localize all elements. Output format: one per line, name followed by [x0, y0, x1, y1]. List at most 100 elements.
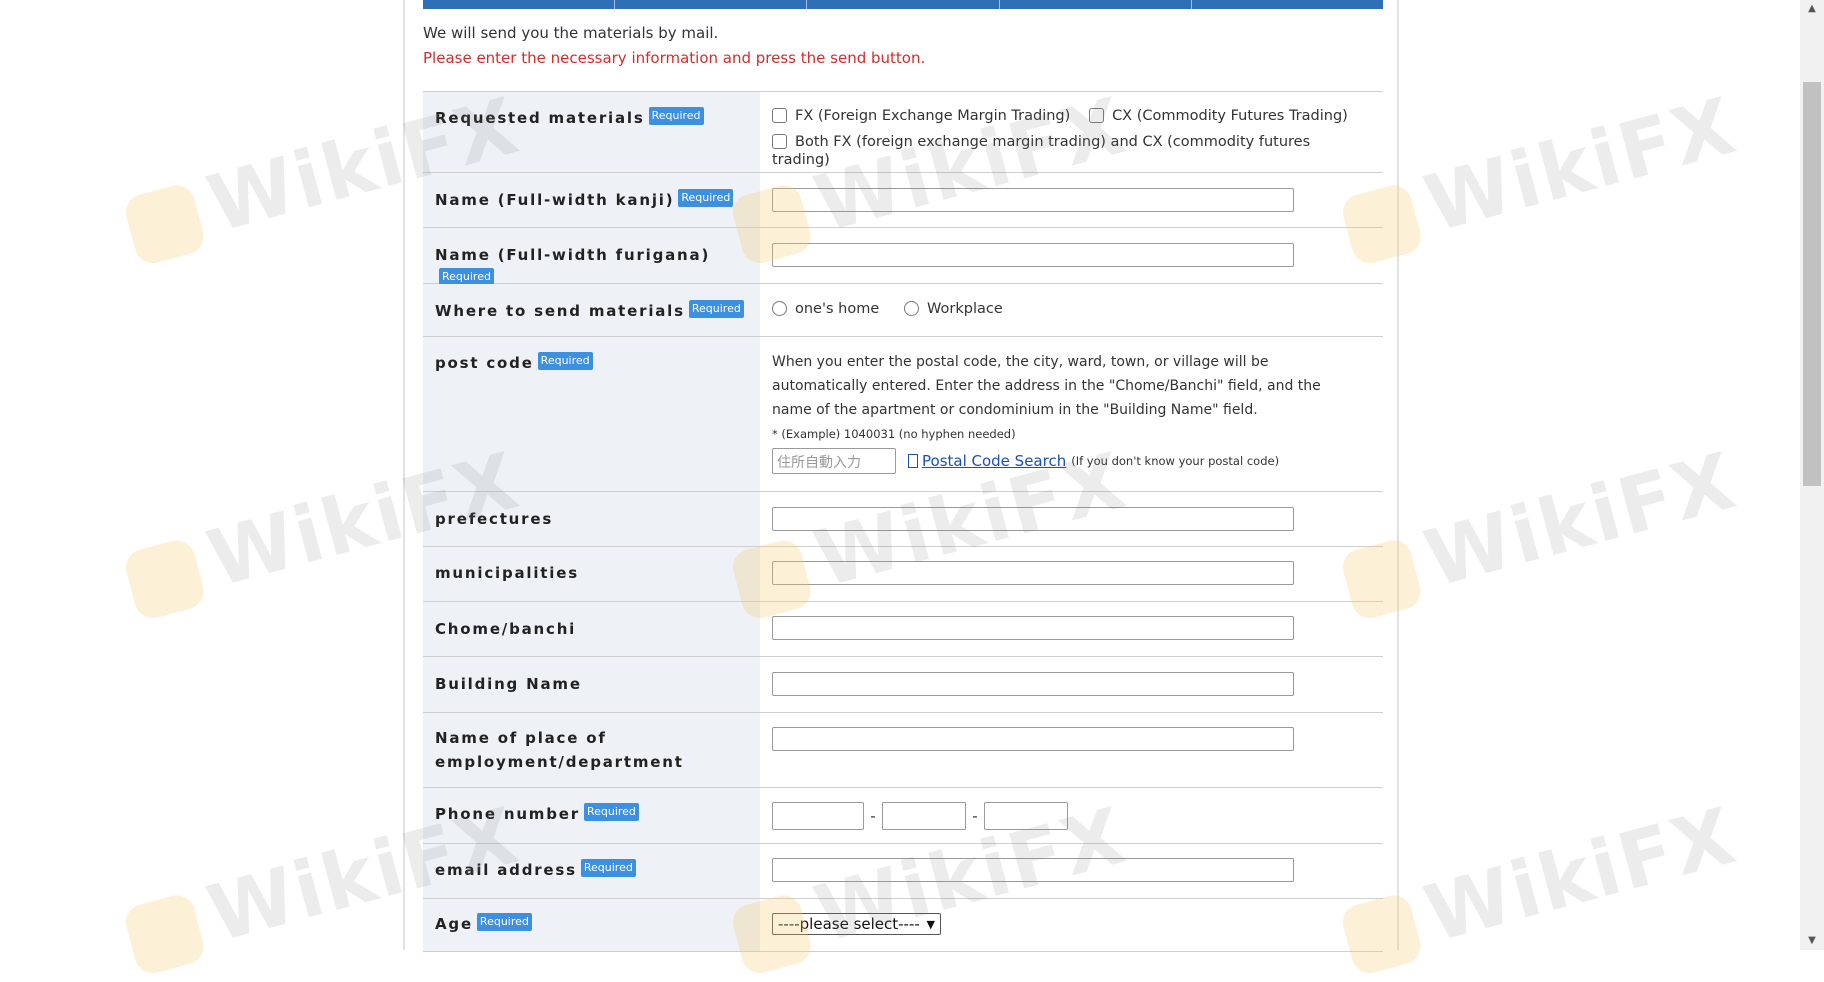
postal-code-search-note: (If you don't know your postal code) — [1071, 454, 1280, 468]
field-label: Chome/banchi — [423, 602, 760, 656]
required-badge: Required — [648, 107, 704, 125]
label-text: prefectures — [435, 510, 554, 528]
watermark-text: WikiFX — [1416, 791, 1746, 961]
watermark-logo-icon — [121, 180, 208, 267]
row-age: Age Required ----please select---- ▼ — [423, 899, 1383, 952]
scroll-up-arrow-icon[interactable]: ▲ — [1800, 0, 1824, 18]
watermark-logo-icon — [121, 535, 208, 622]
chevron-down-icon: ▼ — [926, 917, 935, 931]
label-text: Chome/banchi — [435, 620, 577, 638]
row-post-code: post code Required When you enter the pos… — [423, 337, 1383, 492]
field-value: When you enter the postal code, the city… — [760, 337, 1383, 491]
post-code-input[interactable]: 住所自動入力 — [772, 448, 896, 474]
row-phone: Phone number Required -- — [423, 788, 1383, 844]
field-value — [760, 228, 1383, 283]
label-text: Building Name — [435, 675, 582, 693]
vertical-scrollbar[interactable]: ▲ ▼ — [1800, 0, 1824, 950]
request-form: Requested materials Required FX (Foreign … — [423, 91, 1383, 952]
field-value — [760, 713, 1383, 787]
field-label: Phone number Required — [423, 788, 760, 843]
field-value: -- — [760, 788, 1383, 843]
municipalities-input[interactable] — [772, 561, 1294, 585]
field-label: prefectures — [423, 492, 760, 546]
nav-tab[interactable] — [999, 0, 1192, 9]
required-badge: Required — [580, 859, 636, 877]
phone-separator: - — [870, 807, 876, 825]
field-value — [760, 173, 1383, 227]
chome-input[interactable] — [772, 616, 1294, 640]
field-label: post code Required — [423, 337, 760, 491]
label-text: Age — [435, 915, 473, 933]
row-email: email address Required — [423, 844, 1383, 899]
option-workplace-label[interactable]: Workplace — [927, 301, 1003, 317]
field-value: one's home Workplace — [760, 284, 1383, 336]
row-send-to: Where to send materials Required one's ho… — [423, 284, 1383, 337]
checkbox-both[interactable] — [772, 134, 787, 149]
watermark-text: WikiFX — [1416, 81, 1746, 251]
field-value — [760, 602, 1383, 656]
row-chome: Chome/banchi — [423, 602, 1383, 657]
label-text: email address — [435, 861, 577, 879]
phone-input-3[interactable] — [984, 802, 1068, 830]
field-label: Where to send materials Required — [423, 284, 760, 336]
field-value: FX (Foreign Exchange Margin Trading) CX … — [760, 92, 1383, 172]
scroll-down-arrow-icon[interactable]: ▼ — [1800, 932, 1824, 950]
radio-workplace[interactable] — [904, 301, 920, 316]
label-text: Requested materials — [435, 109, 645, 127]
field-label: Age Required — [423, 899, 760, 951]
post-code-description: When you enter the postal code, the city… — [772, 354, 1321, 418]
label-text: Phone number — [435, 805, 580, 823]
required-badge: Required — [583, 803, 639, 821]
option-fx-label[interactable]: FX (Foreign Exchange Margin Trading) — [795, 108, 1070, 124]
label-text: Name of place of employment/department — [435, 729, 684, 771]
field-value — [760, 657, 1383, 712]
phone-input-1[interactable] — [772, 802, 864, 830]
field-label: municipalities — [423, 547, 760, 601]
form-page: We will send you the materials by mail. … — [403, 0, 1399, 952]
label-text: Where to send materials — [435, 302, 685, 320]
row-name-furigana: Name (Full-width furigana)Required — [423, 228, 1383, 286]
email-input[interactable] — [772, 858, 1294, 882]
row-requested-materials: Requested materials Required FX (Foreign … — [423, 92, 1383, 173]
phone-input-2[interactable] — [882, 802, 966, 830]
field-label: Building Name — [423, 657, 760, 712]
required-badge: Required — [678, 189, 734, 207]
intro-text: We will send you the materials by mail. — [423, 24, 719, 42]
scrollbar-thumb[interactable] — [1803, 82, 1821, 486]
building-input[interactable] — [772, 672, 1294, 696]
age-select-value: ----please select---- — [778, 915, 920, 933]
checkbox-fx[interactable] — [772, 108, 787, 123]
label-text: Name (Full-width kanji) — [435, 191, 675, 209]
option-home-label[interactable]: one's home — [795, 301, 879, 317]
required-badge: Required — [476, 913, 532, 931]
age-select[interactable]: ----please select---- ▼ — [772, 913, 941, 935]
nav-tab[interactable] — [615, 0, 808, 9]
row-employment: Name of place of employment/department — [423, 713, 1383, 788]
field-label: Name of place of employment/department — [423, 713, 760, 787]
nav-tab[interactable] — [807, 0, 1000, 9]
intro-instruction: Please enter the necessary information a… — [423, 49, 926, 67]
postal-code-search-link[interactable]: Postal Code Search — [922, 452, 1066, 470]
name-kanji-input[interactable] — [772, 188, 1294, 212]
required-badge: Required — [688, 300, 744, 318]
label-text: municipalities — [435, 564, 579, 582]
field-value: ----please select---- ▼ — [760, 899, 1383, 951]
field-value — [760, 492, 1383, 546]
field-value — [760, 844, 1383, 898]
radio-home[interactable] — [772, 301, 787, 316]
employment-input[interactable] — [772, 727, 1294, 751]
external-link-icon[interactable] — [908, 454, 918, 468]
label-text: Name (Full-width furigana) — [435, 246, 711, 264]
name-furigana-input[interactable] — [772, 243, 1294, 267]
watermark-text: WikiFX — [1416, 436, 1746, 606]
phone-separator: - — [972, 807, 978, 825]
field-label: Name (Full-width furigana)Required — [423, 228, 760, 286]
nav-tab[interactable] — [1191, 0, 1384, 9]
prefectures-input[interactable] — [772, 507, 1294, 531]
option-cx-label[interactable]: CX (Commodity Futures Trading) — [1112, 108, 1348, 124]
nav-tab[interactable] — [423, 0, 616, 9]
checkbox-cx[interactable] — [1089, 108, 1105, 123]
required-badge: Required — [537, 352, 593, 370]
option-both-label[interactable]: Both FX (foreign exchange margin trading… — [772, 134, 1310, 168]
field-label: Requested materials Required — [423, 92, 760, 172]
